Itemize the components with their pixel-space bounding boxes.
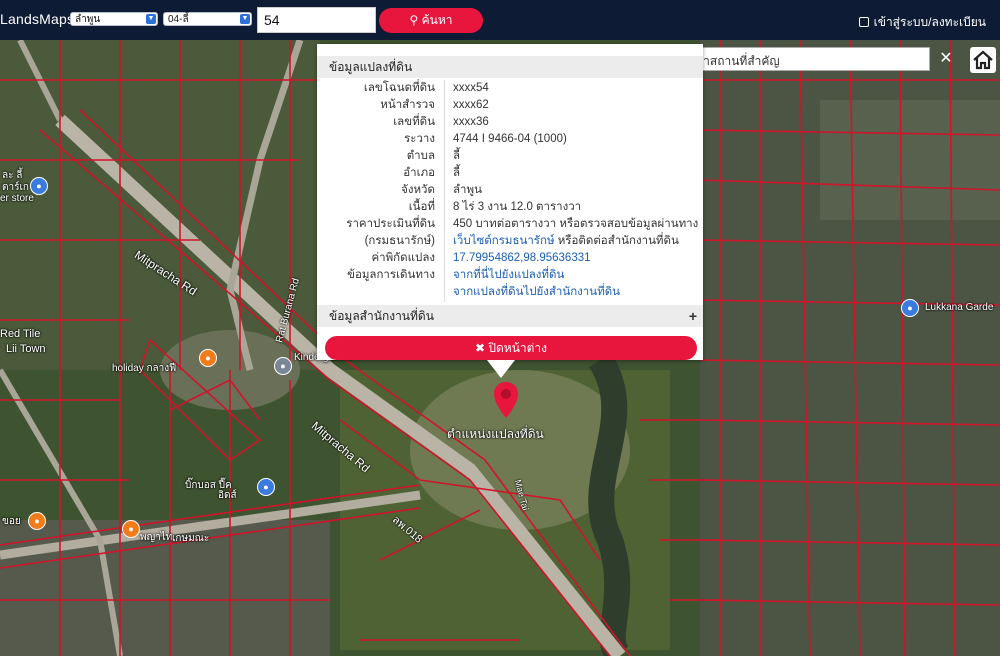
parcel-marker-label: ตำแหน่งแปลงที่ดิน — [447, 427, 544, 441]
popup-pointer — [487, 360, 515, 378]
district-select[interactable]: 04-ลี้ ▼ — [163, 12, 252, 26]
poi-label: Lukkana Garde — [925, 302, 994, 313]
search-button-label: ค้นหา — [421, 13, 453, 27]
table-row: จังหวัด ลำพูน — [317, 182, 703, 199]
row-value: 8 ไร่ 3 งาน 12.0 ตารางวา — [453, 201, 582, 213]
parcel-search-input[interactable]: 54 — [257, 7, 376, 33]
hotel-pin-icon[interactable]: ● — [901, 299, 919, 317]
coordinates-link[interactable]: 17.79954862,98.95636331 — [453, 250, 591, 267]
restaurant-pin-icon[interactable]: ● — [199, 349, 217, 367]
search-button[interactable]: ⚲ ค้นหา — [379, 8, 483, 33]
shop-pin-icon[interactable]: ● — [28, 512, 46, 530]
poi-label: ขอย — [2, 516, 21, 527]
search-icon: ⚲ — [409, 13, 419, 27]
row-value: 4744 I 9466-04 (1000) — [453, 133, 567, 145]
parcel-info-header: ข้อมูลแปลงที่ดิน — [317, 56, 703, 78]
poi-label: holiday กลางฟี — [112, 363, 177, 374]
close-window-label: ปิดหน้าต่าง — [488, 341, 548, 355]
directions-to-office-link[interactable]: จากแปลงที่ดินไปยังสำนักงานที่ดิน — [453, 284, 620, 301]
restaurant-pin-icon[interactable]: ● — [122, 520, 140, 538]
table-row: เนื้อที่ 8 ไร่ 3 งาน 12.0 ตารางวา — [317, 199, 703, 216]
province-select[interactable]: ลำพูน ▼ — [70, 12, 158, 26]
close-icon[interactable]: ✕ — [934, 47, 958, 71]
school-pin-icon[interactable]: ● — [274, 357, 292, 375]
store-pin-icon[interactable]: ● — [257, 478, 275, 496]
login-label: เข้าสู่ระบบ/ลงทะเบียน — [873, 15, 986, 29]
row-label: เลขที่ดิน — [393, 116, 435, 128]
poi-label: พญาไท — [140, 532, 173, 543]
row-label: หน้าสำรวจ — [380, 99, 435, 111]
row-value: ลี้ — [453, 150, 461, 162]
row-value-rest: หรือติดต่อสำนักงานที่ดิน — [554, 235, 679, 247]
row-value: 450 บาทต่อตารางวา หรือตรวจสอบข้อมูลผ่านท… — [453, 218, 699, 230]
poi-label: อิดส์ — [218, 490, 237, 501]
top-bar: LandsMaps ลำพูน ▼ 04-ลี้ ▼ 54 ⚲ ค้นหา เข… — [0, 0, 1000, 40]
expand-icon[interactable]: + — [689, 305, 697, 327]
table-row: อำเภอ ลี้ — [317, 165, 703, 182]
app-logo[interactable]: LandsMaps — [0, 11, 74, 27]
district-select-value: 04-ลี้ — [168, 14, 189, 25]
poi-label: ตาร์เก — [2, 182, 29, 193]
parcel-location-marker-icon[interactable] — [494, 382, 518, 421]
table-row: ตำบล ลี้ — [317, 148, 703, 165]
treasury-website-link[interactable]: เว็บไซต์กรมธนารักษ์ — [453, 235, 555, 247]
table-row: ระวาง 4744 I 9466-04 (1000) — [317, 131, 703, 148]
row-value: ลี้ — [453, 167, 461, 179]
row-label: จังหวัด — [401, 184, 435, 196]
row-label: เลขโฉนดที่ดิน — [363, 82, 435, 94]
table-row: จากแปลงที่ดินไปยังสำนักงานที่ดิน — [317, 284, 703, 301]
table-row: ค่าพิกัดแปลง 17.79954862,98.95636331 — [317, 250, 703, 267]
office-info-header[interactable]: ข้อมูลสำนักงานที่ดิน + — [317, 305, 703, 327]
row-value: xxxx54 — [453, 82, 489, 94]
home-button[interactable] — [970, 47, 996, 73]
row-label: ค่าพิกัดแปลง — [371, 252, 435, 264]
row-value: เว็บไซต์กรมธนารักษ์ หรือติดต่อสำนักงานที… — [453, 233, 679, 250]
table-row: ราคาประเมินที่ดิน 450 บาทต่อตารางวา หรือต… — [317, 216, 703, 233]
chevron-down-icon: ▼ — [240, 14, 250, 24]
row-value: xxxx36 — [453, 116, 489, 128]
office-info-label: ข้อมูลสำนักงานที่ดิน — [329, 309, 434, 323]
poi-label: Red Tile — [0, 328, 41, 340]
store-pin-icon[interactable]: ● — [30, 177, 48, 195]
row-label: ราคาประเมินที่ดิน — [346, 218, 435, 230]
parcel-info-table: เลขโฉนดที่ดิน xxxx54 หน้าสำรวจ xxxx62 เลขท… — [317, 80, 703, 302]
chevron-down-icon: ▼ — [146, 14, 156, 24]
table-row: ข้อมูลการเดินทาง จากที่นี่ไปยังแปลงที่ดิน — [317, 267, 703, 284]
table-row: หน้าสำรวจ xxxx62 — [317, 97, 703, 114]
parcel-info-popup: ข้อมูลแปลงที่ดิน เลขโฉนดที่ดิน xxxx54 หน้… — [317, 44, 703, 360]
row-label: ตำบล — [406, 150, 435, 162]
province-select-value: ลำพูน — [75, 14, 101, 25]
poi-label: Lii Town — [6, 343, 46, 355]
close-window-button[interactable]: ✖ ปิดหน้าต่าง — [325, 336, 697, 360]
table-row: เลขโฉนดที่ดิน xxxx54 — [317, 80, 703, 97]
lock-icon — [858, 17, 869, 27]
table-row: (กรมธนารักษ์) เว็บไซต์กรมธนารักษ์ หรือติด… — [317, 233, 703, 250]
row-label: อำเภอ — [403, 167, 435, 179]
home-icon — [973, 50, 993, 70]
close-icon: ✖ — [474, 341, 486, 355]
row-label: (กรมธนารักษ์) — [364, 235, 435, 247]
table-row: เลขที่ดิน xxxx36 — [317, 114, 703, 131]
poi-label: เกษมณะ — [172, 533, 210, 544]
landmark-search-input[interactable]: ค้นหาสถานที่สำคัญ — [674, 47, 930, 71]
row-value: xxxx62 — [453, 99, 489, 111]
directions-to-parcel-link[interactable]: จากที่นี่ไปยังแปลงที่ดิน — [453, 267, 564, 284]
row-label: เนื้อที่ — [408, 201, 435, 213]
row-label: ระวาง — [404, 133, 435, 145]
row-value: ลำพูน — [453, 184, 482, 196]
login-link[interactable]: เข้าสู่ระบบ/ลงทะเบียน — [858, 13, 986, 32]
row-label: ข้อมูลการเดินทาง — [347, 269, 435, 281]
